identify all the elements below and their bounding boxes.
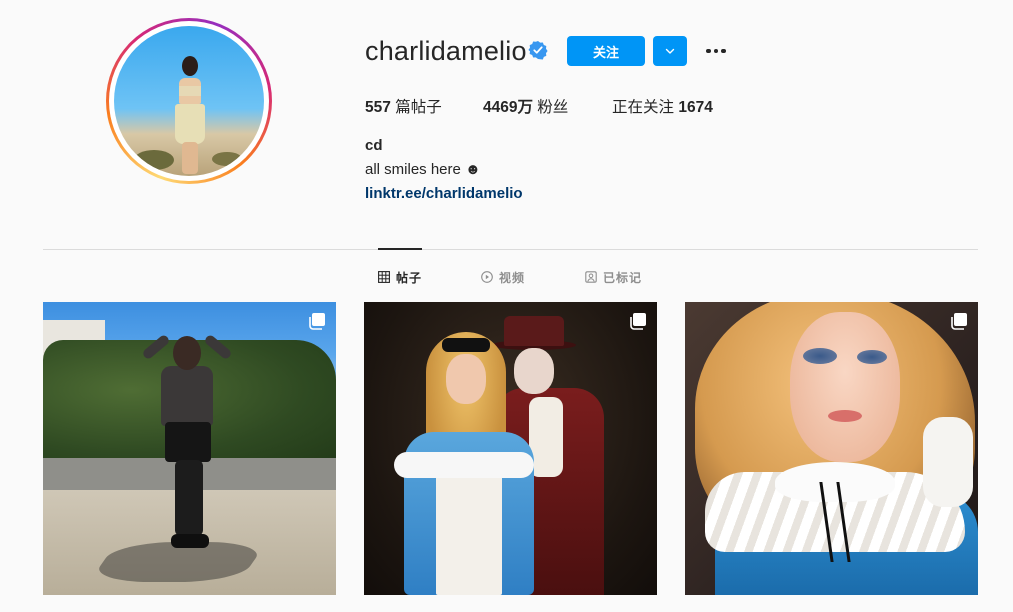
suggested-accounts-dropdown-button[interactable] [653, 36, 687, 66]
ellipsis-icon [706, 48, 711, 54]
tab-videos-label: 视频 [499, 270, 526, 285]
profile-bio: all smiles here ☻ [365, 161, 481, 178]
verified-badge-icon [528, 41, 548, 60]
tab-posts-label: 帖子 [396, 270, 423, 285]
avatar-bg-shrub [134, 150, 174, 170]
profile-full-name: cd [365, 137, 383, 154]
following-label: 正在关注 [612, 99, 675, 116]
avatar-frame [109, 21, 269, 181]
more-options-button[interactable] [702, 40, 730, 62]
tagged-icon [585, 271, 597, 283]
tab-tagged-label: 已标记 [603, 270, 643, 285]
tab-posts[interactable]: 帖子 [378, 268, 422, 286]
following-count-stat[interactable]: 正在关注 1674 [612, 95, 713, 117]
play-icon [481, 271, 493, 283]
profile-external-link[interactable]: linktr.ee/charlidamelio [365, 185, 523, 202]
multiple-posts-icon [630, 313, 646, 330]
posts-count-stat: 557 篇帖子 [365, 95, 442, 117]
multiple-posts-icon [951, 313, 967, 330]
posts-label: 篇帖子 [395, 99, 442, 116]
following-count: 1674 [678, 99, 713, 116]
chevron-down-icon [665, 48, 675, 54]
grid-icon [378, 271, 390, 283]
tab-tagged[interactable]: 已标记 [585, 268, 642, 286]
post-thumbnail[interactable] [364, 302, 657, 595]
avatar-bg-shrub [212, 152, 242, 166]
profile-avatar-story-ring[interactable] [106, 18, 272, 184]
profile-username: charlidamelio [365, 36, 527, 66]
active-tab-indicator [378, 248, 422, 250]
posts-count: 557 [365, 99, 391, 116]
post-thumbnail[interactable] [43, 302, 336, 595]
followers-label: 粉丝 [537, 99, 569, 116]
followers-count: 4469万 [483, 99, 533, 116]
multiple-posts-icon [309, 313, 325, 330]
post-thumbnail[interactable] [685, 302, 978, 595]
avatar [114, 26, 264, 176]
follow-button[interactable]: 关注 [567, 36, 645, 66]
followers-count-stat[interactable]: 4469万 粉丝 [483, 95, 568, 117]
avatar-figure [172, 56, 208, 174]
tab-videos[interactable]: 视频 [481, 268, 525, 286]
tabs-divider [43, 249, 978, 250]
